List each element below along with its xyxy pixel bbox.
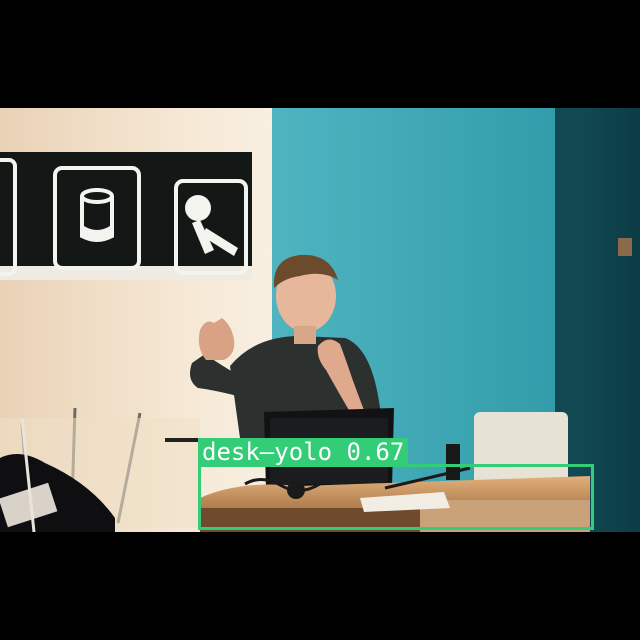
detection-confidence: 0.67 (346, 438, 405, 466)
detection-class: desk—yolo (202, 438, 333, 466)
detection-label: desk—yolo 0.67 (198, 438, 409, 466)
bottom-letterbox (0, 532, 640, 640)
top-letterbox (0, 0, 640, 108)
detection-box (198, 464, 594, 530)
icon-sign-panel (0, 152, 252, 280)
